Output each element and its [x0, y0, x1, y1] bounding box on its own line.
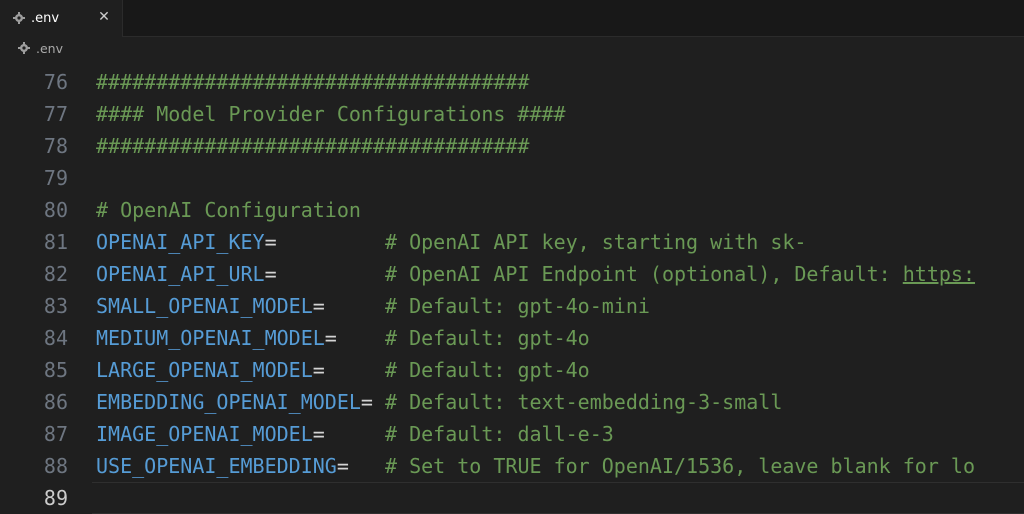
inline-comment: # Default: text-embedding-3-small [385, 390, 783, 414]
url-link[interactable]: https: [903, 262, 975, 286]
line-content: OPENAI_API_URL= # OpenAI API Endpoint (o… [96, 258, 975, 290]
code-line[interactable]: 79 [0, 162, 1024, 194]
inline-comment: # Default: gpt-4o [385, 358, 590, 382]
line-content: #### Model Provider Configurations #### [96, 98, 566, 130]
inline-comment: # OpenAI API key, starting with sk- [385, 230, 807, 254]
line-content: #################################### [96, 130, 529, 162]
code-line[interactable]: 77 #### Model Provider Configurations ###… [0, 98, 1024, 130]
line-number: 80 [43, 198, 68, 222]
line-number: 86 [43, 390, 68, 414]
equals-sign: = [324, 326, 337, 350]
line-number: 81 [43, 230, 68, 254]
env-key: MEDIUM_OPENAI_MODEL [96, 326, 325, 350]
breadcrumb-item-file[interactable]: .env [36, 41, 63, 56]
line-number: 79 [43, 166, 68, 190]
line-number: 76 [43, 70, 68, 94]
line-number: 85 [43, 358, 68, 382]
inline-comment: # OpenAI API Endpoint (optional), Defaul… [385, 262, 903, 286]
inline-comment: # Default: gpt-4o [385, 326, 590, 350]
line-number: 83 [43, 294, 68, 318]
code-line[interactable]: 84 MEDIUM_OPENAI_MODEL= # Default: gpt-4o [0, 322, 1024, 354]
line-content: USE_OPENAI_EMBEDDING= # Set to TRUE for … [96, 450, 975, 482]
tab-bar: .env ✕ [0, 0, 1024, 37]
env-key: IMAGE_OPENAI_MODEL [96, 422, 313, 446]
comment-text: #################################### [96, 70, 530, 94]
gear-icon [18, 42, 30, 54]
code-line[interactable]: 86 EMBEDDING_OPENAI_MODEL= # Default: tex… [0, 386, 1024, 418]
env-key: OPENAI_API_KEY [96, 230, 265, 254]
equals-sign: = [312, 422, 325, 446]
line-content: SMALL_OPENAI_MODEL= # Default: gpt-4o-mi… [96, 290, 650, 322]
line-content: EMBEDDING_OPENAI_MODEL= # Default: text-… [96, 386, 782, 418]
comment-text: # OpenAI Configuration [96, 198, 361, 222]
close-icon[interactable]: ✕ [96, 9, 112, 25]
code-line[interactable]: 88 USE_OPENAI_EMBEDDING= # Set to TRUE fo… [0, 450, 1024, 482]
line-content: IMAGE_OPENAI_MODEL= # Default: dall-e-3 [96, 418, 614, 450]
code-editor[interactable]: 76 #################################### 77… [0, 66, 1024, 514]
code-line[interactable]: 89 [0, 482, 1024, 514]
code-line[interactable]: 80 # OpenAI Configuration [0, 194, 1024, 226]
equals-sign: = [264, 262, 277, 286]
line-number: 78 [43, 134, 68, 158]
equals-sign: = [312, 358, 325, 382]
line-number: 88 [43, 454, 68, 478]
code-line[interactable]: 83 SMALL_OPENAI_MODEL= # Default: gpt-4o-… [0, 290, 1024, 322]
gear-icon [13, 12, 25, 24]
line-content: LARGE_OPENAI_MODEL= # Default: gpt-4o [96, 354, 590, 386]
line-content: #################################### [96, 66, 529, 98]
comment-text: #################################### [96, 134, 530, 158]
equals-sign: = [312, 294, 325, 318]
code-line[interactable]: 82 OPENAI_API_URL= # OpenAI API Endpoint … [0, 258, 1024, 290]
env-key: USE_OPENAI_EMBEDDING [96, 454, 337, 478]
tab-label: .env [31, 10, 60, 26]
code-line[interactable]: 76 #################################### [0, 66, 1024, 98]
line-content: MEDIUM_OPENAI_MODEL= # Default: gpt-4o [96, 322, 590, 354]
equals-sign: = [336, 454, 349, 478]
env-key: LARGE_OPENAI_MODEL [96, 358, 313, 382]
inline-comment: # Default: dall-e-3 [385, 422, 614, 446]
code-line[interactable]: 85 LARGE_OPENAI_MODEL= # Default: gpt-4o [0, 354, 1024, 386]
line-content: # OpenAI Configuration [96, 194, 361, 226]
code-line[interactable]: 78 #################################### [0, 130, 1024, 162]
inline-comment: # Default: gpt-4o-mini [385, 294, 650, 318]
equals-sign: = [360, 390, 373, 414]
breadcrumb: .env [0, 37, 1024, 59]
line-number: 77 [43, 102, 68, 126]
code-line[interactable]: 87 IMAGE_OPENAI_MODEL= # Default: dall-e-… [0, 418, 1024, 450]
line-number: 84 [43, 326, 68, 350]
line-number: 87 [43, 422, 68, 446]
comment-text: #### Model Provider Configurations #### [96, 102, 566, 126]
line-number: 89 [43, 486, 68, 510]
line-content: OPENAI_API_KEY= # OpenAI API key, starti… [96, 226, 806, 258]
equals-sign: = [264, 230, 277, 254]
env-key: OPENAI_API_URL [96, 262, 265, 286]
tab-env[interactable]: .env ✕ [0, 0, 123, 37]
inline-comment: # Set to TRUE for OpenAI/1536, leave bla… [385, 454, 976, 478]
line-number: 82 [43, 262, 68, 286]
env-key: EMBEDDING_OPENAI_MODEL [96, 390, 361, 414]
env-key: SMALL_OPENAI_MODEL [96, 294, 313, 318]
code-line[interactable]: 81 OPENAI_API_KEY= # OpenAI API key, star… [0, 226, 1024, 258]
